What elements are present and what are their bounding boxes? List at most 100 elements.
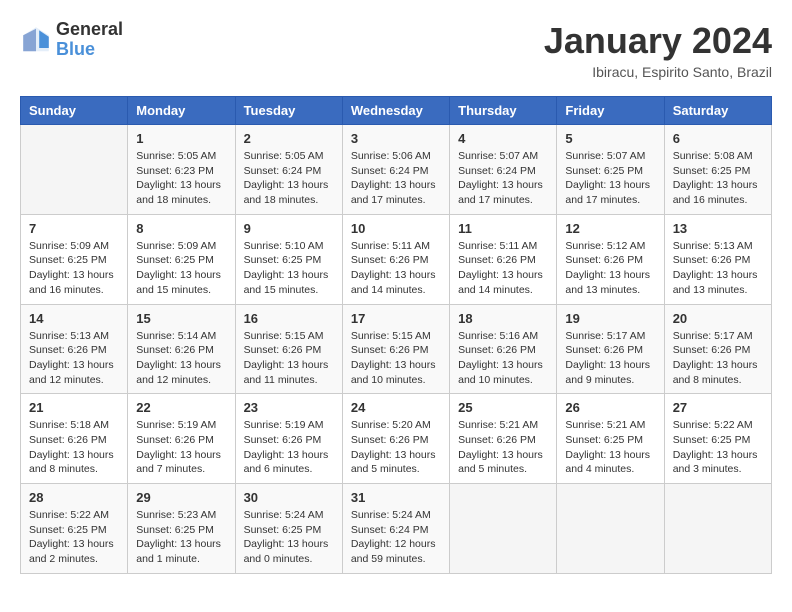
day-cell: 21 Sunrise: 5:18 AM Sunset: 6:26 PM Dayli… [21,394,128,484]
day-cell: 25 Sunrise: 5:21 AM Sunset: 6:26 PM Dayli… [450,394,557,484]
day-cell: 6 Sunrise: 5:08 AM Sunset: 6:25 PM Daylig… [664,125,771,215]
week-row-3: 14Sunrise: 5:13 AM Sunset: 6:26 PM Dayli… [21,304,772,394]
day-info: Sunrise: 5:13 AM Sunset: 6:26 PM Dayligh… [673,239,763,298]
day-cell [450,484,557,574]
day-info: Sunrise: 5:09 AM Sunset: 6:25 PM Dayligh… [29,239,119,298]
header-row: SundayMondayTuesdayWednesdayThursdayFrid… [21,97,772,125]
day-info: Sunrise: 5:14 AM Sunset: 6:26 PM Dayligh… [136,329,226,388]
day-number: 5 [565,131,655,146]
day-cell: 19 Sunrise: 5:17 AM Sunset: 6:26 PM Dayli… [557,304,664,394]
day-info: Sunrise: 5:17 AM Sunset: 6:26 PM Dayligh… [565,329,655,388]
header-cell-wednesday: Wednesday [342,97,449,125]
day-number: 8 [136,221,226,236]
calendar-table: SundayMondayTuesdayWednesdayThursdayFrid… [20,96,772,574]
day-number: 19 [565,311,655,326]
day-cell: 20 Sunrise: 5:17 AM Sunset: 6:26 PM Dayli… [664,304,771,394]
day-info: Sunrise: 5:17 AM Sunset: 6:26 PM Dayligh… [673,329,763,388]
day-number: 2 [244,131,334,146]
day-info: Sunrise: 5:21 AM Sunset: 6:25 PM Dayligh… [565,418,655,477]
day-info: Sunrise: 5:09 AM Sunset: 6:25 PM Dayligh… [136,239,226,298]
day-number: 12 [565,221,655,236]
day-info: Sunrise: 5:11 AM Sunset: 6:26 PM Dayligh… [458,239,548,298]
logo-general-text: General [56,20,123,40]
day-cell [557,484,664,574]
day-number: 31 [351,490,441,505]
day-number: 3 [351,131,441,146]
day-info: Sunrise: 5:07 AM Sunset: 6:24 PM Dayligh… [458,149,548,208]
day-number: 24 [351,400,441,415]
calendar-subtitle: Ibiracu, Espirito Santo, Brazil [544,64,772,80]
day-number: 6 [673,131,763,146]
logo-blue-text: Blue [56,40,123,60]
day-cell: 31 Sunrise: 5:24 AM Sunset: 6:24 PM Dayli… [342,484,449,574]
day-cell: 1Sunrise: 5:05 AM Sunset: 6:23 PM Daylig… [128,125,235,215]
day-number: 15 [136,311,226,326]
day-cell: 4 Sunrise: 5:07 AM Sunset: 6:24 PM Daylig… [450,125,557,215]
logo: General Blue [20,20,123,60]
day-cell: 24Sunrise: 5:20 AM Sunset: 6:26 PM Dayli… [342,394,449,484]
day-info: Sunrise: 5:08 AM Sunset: 6:25 PM Dayligh… [673,149,763,208]
day-number: 11 [458,221,548,236]
day-info: Sunrise: 5:10 AM Sunset: 6:25 PM Dayligh… [244,239,334,298]
day-number: 4 [458,131,548,146]
calendar-title: January 2024 [544,20,772,62]
day-cell: 18Sunrise: 5:16 AM Sunset: 6:26 PM Dayli… [450,304,557,394]
week-row-4: 21 Sunrise: 5:18 AM Sunset: 6:26 PM Dayli… [21,394,772,484]
header-cell-thursday: Thursday [450,97,557,125]
day-number: 22 [136,400,226,415]
day-cell [664,484,771,574]
week-row-2: 7Sunrise: 5:09 AM Sunset: 6:25 PM Daylig… [21,214,772,304]
day-cell: 27Sunrise: 5:22 AM Sunset: 6:25 PM Dayli… [664,394,771,484]
day-info: Sunrise: 5:06 AM Sunset: 6:24 PM Dayligh… [351,149,441,208]
day-number: 28 [29,490,119,505]
day-cell: 16 Sunrise: 5:15 AM Sunset: 6:26 PM Dayli… [235,304,342,394]
day-number: 30 [244,490,334,505]
day-cell: 2 Sunrise: 5:05 AM Sunset: 6:24 PM Daylig… [235,125,342,215]
day-info: Sunrise: 5:11 AM Sunset: 6:26 PM Dayligh… [351,239,441,298]
header-cell-tuesday: Tuesday [235,97,342,125]
day-number: 14 [29,311,119,326]
day-info: Sunrise: 5:23 AM Sunset: 6:25 PM Dayligh… [136,508,226,567]
week-row-5: 28 Sunrise: 5:22 AM Sunset: 6:25 PM Dayli… [21,484,772,574]
day-number: 16 [244,311,334,326]
day-number: 29 [136,490,226,505]
day-cell: 22 Sunrise: 5:19 AM Sunset: 6:26 PM Dayli… [128,394,235,484]
day-cell: 8 Sunrise: 5:09 AM Sunset: 6:25 PM Daylig… [128,214,235,304]
day-number: 25 [458,400,548,415]
day-cell: 29 Sunrise: 5:23 AM Sunset: 6:25 PM Dayli… [128,484,235,574]
day-number: 26 [565,400,655,415]
day-cell: 14Sunrise: 5:13 AM Sunset: 6:26 PM Dayli… [21,304,128,394]
day-cell: 5Sunrise: 5:07 AM Sunset: 6:25 PM Daylig… [557,125,664,215]
day-number: 21 [29,400,119,415]
header-cell-friday: Friday [557,97,664,125]
day-info: Sunrise: 5:05 AM Sunset: 6:24 PM Dayligh… [244,149,334,208]
calendar-header: SundayMondayTuesdayWednesdayThursdayFrid… [21,97,772,125]
day-cell: 30 Sunrise: 5:24 AM Sunset: 6:25 PM Dayli… [235,484,342,574]
day-number: 18 [458,311,548,326]
day-number: 13 [673,221,763,236]
day-info: Sunrise: 5:15 AM Sunset: 6:26 PM Dayligh… [244,329,334,388]
day-cell: 26 Sunrise: 5:21 AM Sunset: 6:25 PM Dayli… [557,394,664,484]
day-info: Sunrise: 5:15 AM Sunset: 6:26 PM Dayligh… [351,329,441,388]
day-info: Sunrise: 5:19 AM Sunset: 6:26 PM Dayligh… [244,418,334,477]
day-info: Sunrise: 5:18 AM Sunset: 6:26 PM Dayligh… [29,418,119,477]
week-row-1: 1Sunrise: 5:05 AM Sunset: 6:23 PM Daylig… [21,125,772,215]
header: General Blue January 2024 Ibiracu, Espir… [20,20,772,80]
day-number: 27 [673,400,763,415]
day-number: 20 [673,311,763,326]
header-cell-monday: Monday [128,97,235,125]
day-info: Sunrise: 5:22 AM Sunset: 6:25 PM Dayligh… [29,508,119,567]
day-cell: 9 Sunrise: 5:10 AM Sunset: 6:25 PM Daylig… [235,214,342,304]
header-cell-saturday: Saturday [664,97,771,125]
day-cell: 17Sunrise: 5:15 AM Sunset: 6:26 PM Dayli… [342,304,449,394]
day-cell: 13 Sunrise: 5:13 AM Sunset: 6:26 PM Dayli… [664,214,771,304]
day-cell: 10Sunrise: 5:11 AM Sunset: 6:26 PM Dayli… [342,214,449,304]
day-number: 9 [244,221,334,236]
day-info: Sunrise: 5:19 AM Sunset: 6:26 PM Dayligh… [136,418,226,477]
day-info: Sunrise: 5:24 AM Sunset: 6:25 PM Dayligh… [244,508,334,567]
day-info: Sunrise: 5:24 AM Sunset: 6:24 PM Dayligh… [351,508,441,567]
day-cell [21,125,128,215]
day-info: Sunrise: 5:21 AM Sunset: 6:26 PM Dayligh… [458,418,548,477]
day-cell: 11 Sunrise: 5:11 AM Sunset: 6:26 PM Dayli… [450,214,557,304]
day-info: Sunrise: 5:05 AM Sunset: 6:23 PM Dayligh… [136,149,226,208]
